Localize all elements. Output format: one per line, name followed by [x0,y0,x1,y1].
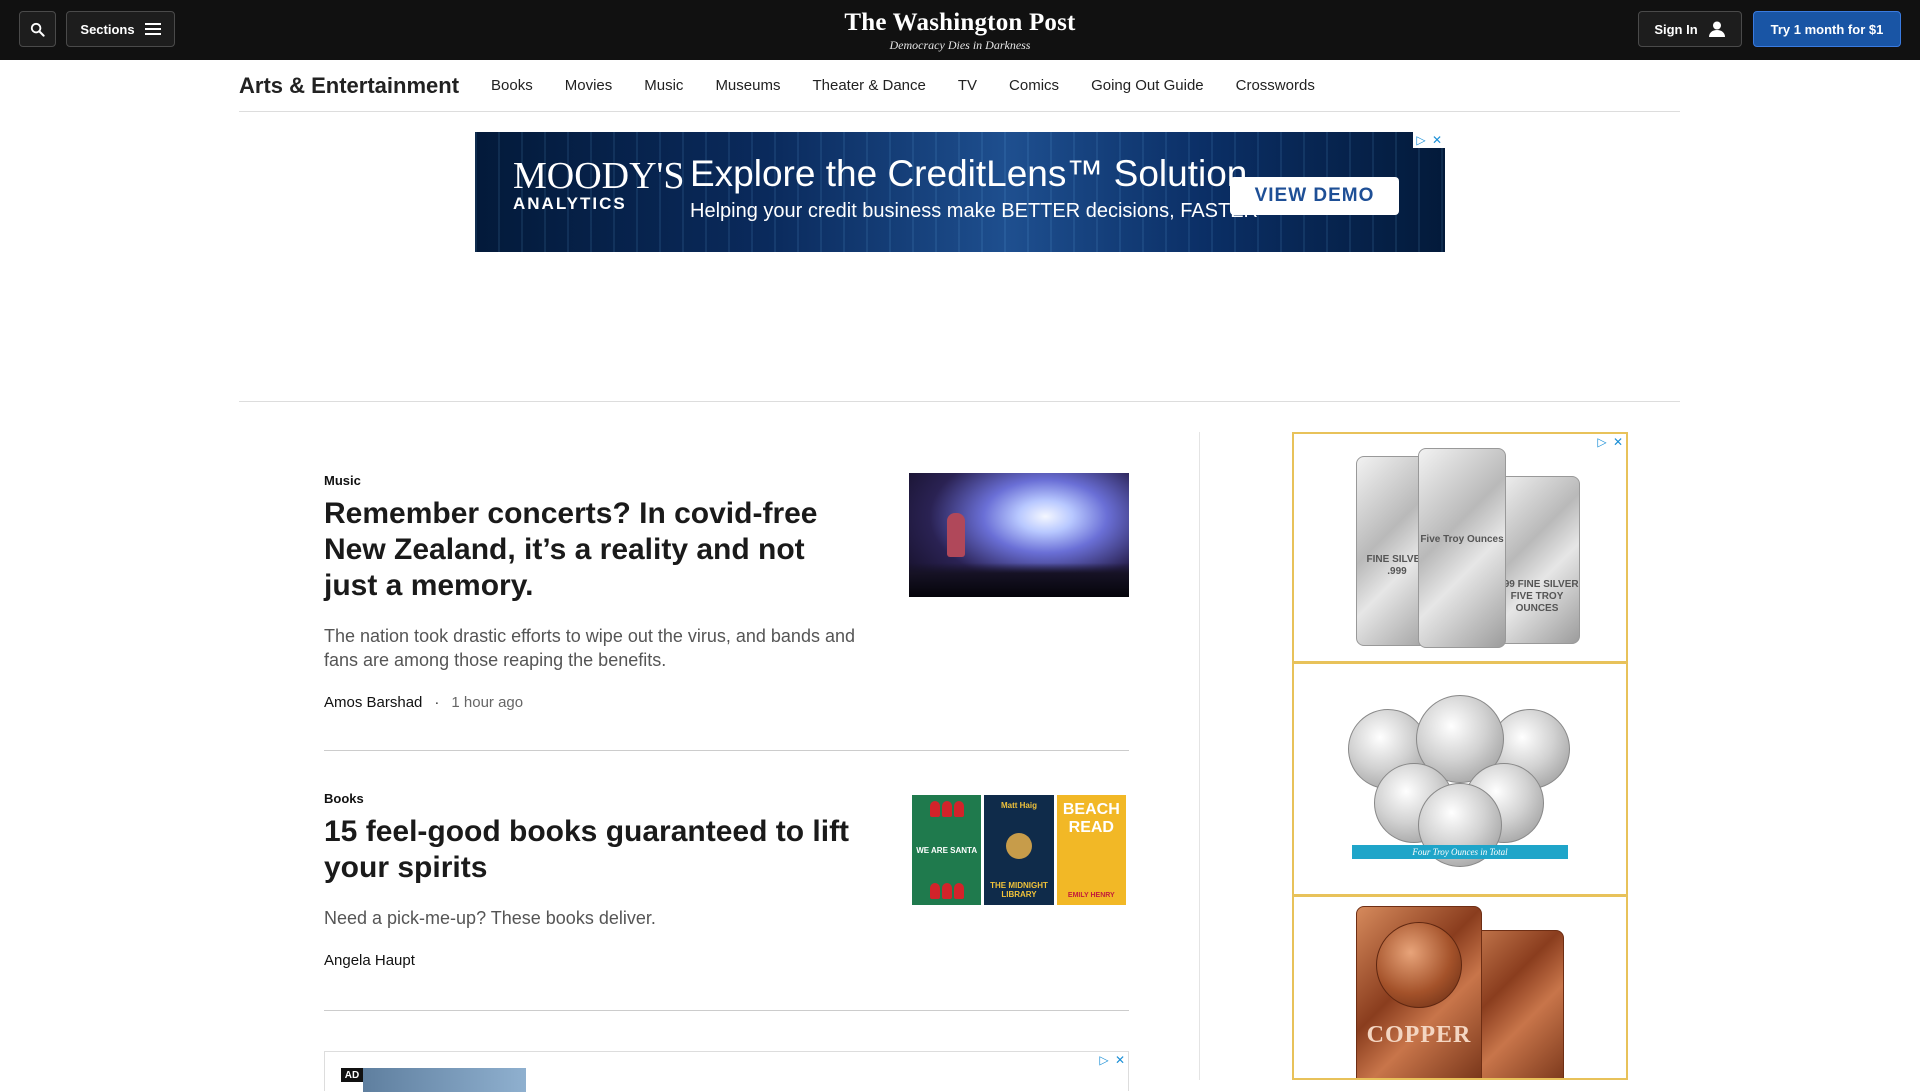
article-meta: Amos Barshad · 1 hour ago [324,694,1129,711]
section-title[interactable]: Arts & Entertainment [239,73,459,99]
ad-choices[interactable]: ▷ ✕ [1594,434,1626,450]
buffalo-medallion [1376,922,1462,1008]
ad-brand-sub: ANALYTICS [513,194,627,213]
site-tagline: Democracy Dies in Darkness [889,38,1031,52]
ad-panel-copper-bars[interactable]: COPPER [1294,900,1626,1078]
section-nav: Arts & Entertainment Books Movies Music … [239,60,1680,112]
inline-ad[interactable]: AD ▷ ✕ [324,1051,1129,1092]
hamburger-icon [144,23,161,35]
section-divider [239,401,1680,402]
nav-item-tv[interactable]: TV [958,77,977,94]
ad-panel-silver-bars[interactable]: FINE SILVER .999 .999 FINE SILVER FIVE T… [1294,434,1626,664]
silver-bar-label: .999 FINE SILVER FIVE TROY OUNCES [1495,579,1579,614]
ad-brand: MOODY'S [513,155,685,197]
sections-label: Sections [80,21,135,37]
silver-bar-label: Five Troy Ounces [1420,534,1504,545]
sections-button[interactable]: Sections [66,11,175,47]
nav-item-going-out-guide[interactable]: Going Out Guide [1091,77,1204,94]
subscribe-button[interactable]: Try 1 month for $1 [1753,11,1901,47]
ad-cta-button[interactable]: VIEW DEMO [1230,177,1399,215]
crowd-silhouette [909,563,1129,597]
article-headline[interactable]: 15 feel-good books guaranteed to lift yo… [324,814,854,886]
book-title: THE MIDNIGHT LIBRARY [990,881,1048,899]
book-cover: Matt Haig THE MIDNIGHT LIBRARY [984,795,1054,905]
meta-separator: · [434,694,440,711]
nav-item-museums[interactable]: Museums [715,77,780,94]
article-author[interactable]: Amos Barshad [324,694,422,711]
ad-subline: Helping your credit business make BETTER… [690,200,1258,222]
ad-ribbon: Four Troy Ounces in Total [1352,845,1568,859]
adchoices-icon[interactable]: ▷ [1413,132,1429,148]
ad-headline: Explore the CreditLens™ Solution [690,153,1248,194]
copper-bar-label: COPPER [1366,1022,1472,1048]
silver-bar [1418,448,1506,648]
article-thumbnail[interactable] [909,473,1129,597]
masthead[interactable]: The Washington Post Democracy Dies in Da… [760,8,1160,52]
book-author: EMILY HENRY [1067,892,1115,899]
article-timestamp: 1 hour ago [451,694,524,711]
column-divider [1199,432,1200,1080]
banner-ad[interactable]: MOODY'S ANALYTICS Explore the CreditLens… [475,132,1445,252]
santa-illustration [929,883,964,899]
article-blurb: Need a pick-me-up? These books deliver. [324,908,656,928]
ad-choices[interactable]: ▷ ✕ [1096,1052,1128,1068]
close-icon[interactable]: ✕ [1429,132,1445,148]
ad-image[interactable] [363,1068,526,1092]
sign-in-label: Sign In [1654,21,1698,37]
ad-choices[interactable]: ▷ ✕ [1413,132,1445,148]
search-icon [30,22,45,37]
nav-item-comics[interactable]: Comics [1009,77,1059,94]
adchoices-icon[interactable]: ▷ [1594,434,1610,450]
search-button[interactable] [19,11,56,47]
nav-item-movies[interactable]: Movies [565,77,613,94]
user-icon [1708,21,1725,37]
nav-item-books[interactable]: Books [491,77,533,94]
article-headline[interactable]: Remember concerts? In covid-free New Zea… [324,496,854,604]
article-thumbnail[interactable]: WE ARE SANTA Matt Haig THE MIDNIGHT LIBR… [912,795,1126,905]
performer-figure [947,513,965,557]
article-author[interactable]: Angela Haupt [324,952,415,969]
article-meta: Angela Haupt [324,952,1129,969]
ad-panel-silver-coins[interactable]: Four Troy Ounces in Total [1294,667,1626,897]
site-logo[interactable]: The Washington Post [760,8,1160,38]
rail-ad[interactable]: FINE SILVER .999 .999 FINE SILVER FIVE T… [1292,432,1628,1080]
close-icon[interactable]: ✕ [1112,1052,1128,1068]
article-card: Books 15 feel-good books guaranteed to l… [324,791,1129,1011]
nav-item-music[interactable]: Music [644,77,683,94]
sign-in-button[interactable]: Sign In [1638,11,1742,47]
silver-bar [1494,476,1580,644]
adchoices-icon[interactable]: ▷ [1096,1052,1112,1068]
book-title: BEACH READ [1062,801,1120,836]
book-cover: WE ARE SANTA [912,795,982,905]
article-card: Music Remember concerts? In covid-free N… [324,473,1129,751]
book-author: Matt Haig [1000,801,1037,810]
nav-item-theater-dance[interactable]: Theater & Dance [812,77,925,94]
santa-illustration [929,801,964,817]
book-title: WE ARE SANTA [916,845,978,855]
nav-item-crosswords[interactable]: Crosswords [1236,77,1315,94]
top-bar: Sections The Washington Post Democracy D… [0,0,1920,60]
close-icon[interactable]: ✕ [1610,434,1626,450]
moon-illustration [1005,832,1032,859]
book-cover: BEACH READ EMILY HENRY [1056,795,1126,905]
article-blurb: The nation took drastic efforts to wipe … [324,626,855,670]
